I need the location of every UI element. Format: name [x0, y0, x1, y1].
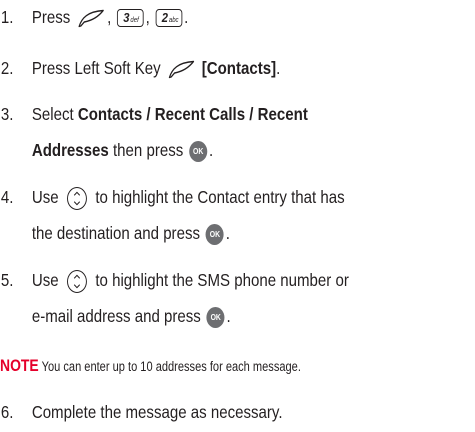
step-text-line-2: the destination and press OK.: [31, 223, 230, 245]
left-soft-key-icon: [168, 60, 194, 79]
step-number: 6.: [0, 402, 14, 422]
step-number: 5.: [0, 270, 14, 290]
note-text: You can enter up to 10 addresses for eac…: [41, 359, 301, 374]
step-text-line-1: Use to highlight the SMS phone number or: [32, 262, 349, 298]
step-number: 1.: [0, 7, 14, 27]
step-text-line-1: Use to highlight the Contact entry that …: [32, 179, 345, 215]
key-2-abc-icon: 2abc: [155, 9, 183, 28]
left-soft-key-icon: [78, 9, 104, 28]
step-number: 2.: [0, 58, 14, 78]
note-label: NOTE: [0, 356, 39, 375]
ok-key-icon: OK: [189, 140, 208, 162]
ok-key-icon: OK: [206, 306, 225, 328]
step-text: Complete the message as necessary.: [31, 402, 283, 422]
manual-page: 1. Press , 3def, 2abc. 2. Press Left Sof…: [0, 0, 475, 432]
note: NOTE You can enter up to 10 addresses fo…: [0, 356, 301, 376]
step-text: Press , 3def, 2abc.: [31, 7, 189, 28]
step-number: 3.: [0, 104, 14, 124]
step-text-line-1: Select Contacts / Recent Calls / Recent: [31, 104, 308, 124]
step-text-line-2: e-mail address and press OK.: [31, 306, 231, 328]
step-3: 3. Select Contacts / Recent Calls / Rece…: [0, 96, 409, 176]
step-4: 4. Use to highlight the Contact entry th…: [0, 179, 409, 259]
step-text: Press Left Soft Key [Contacts].: [31, 58, 281, 79]
key-3-def-icon: 3def: [117, 9, 144, 28]
ok-key-icon: OK: [205, 223, 224, 245]
navigation-key-icon: [67, 186, 87, 210]
step-5: 5. Use to highlight the SMS phone number…: [0, 262, 409, 342]
step-text-line-2: Addresses then press OK.: [31, 140, 214, 162]
step-number: 4.: [0, 187, 14, 207]
navigation-key-icon: [67, 269, 87, 293]
